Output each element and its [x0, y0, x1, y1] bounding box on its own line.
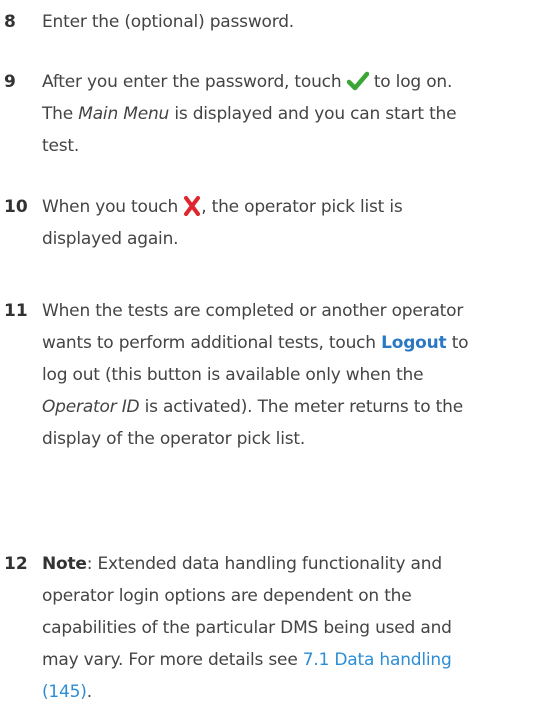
text-fragment: to log on. [368, 72, 453, 92]
page-reference-link[interactable]: (145) [42, 682, 87, 702]
step-line: test. [42, 136, 80, 156]
step-line: displayed again. [42, 229, 179, 249]
step-line: Enter the (optional) password. [42, 12, 295, 32]
data-handling-link[interactable]: 7.1 Data handling [303, 650, 452, 670]
step-line: operator login options are dependent on … [42, 586, 412, 606]
step-line: When you touch , the operator pick list … [42, 191, 553, 223]
text-fragment: , the operator pick list is [201, 197, 403, 217]
step-number: 11 [4, 301, 28, 321]
step-text: After you enter the password, touch to l… [42, 66, 553, 162]
step-line: Note: Extended data handling functionali… [42, 548, 553, 580]
step-text: When you touch , the operator pick list … [42, 191, 553, 255]
step-number: 10 [4, 197, 28, 217]
step-line: capabilities of the particular DMS being… [42, 618, 452, 638]
step-number: 12 [4, 554, 28, 574]
text-fragment: The [42, 104, 79, 124]
checkmark-icon [346, 71, 369, 91]
step-text: Note: Extended data handling functionali… [42, 548, 553, 708]
cross-icon [183, 196, 201, 216]
step-text: When the tests are completed or another … [42, 295, 553, 455]
step-number: 8 [4, 12, 16, 32]
text-fragment: : Extended data handling functionality a… [86, 554, 442, 574]
step-line: After you enter the password, touch to l… [42, 66, 553, 98]
note-label: Note [42, 554, 87, 574]
operator-id-term: Operator ID [42, 397, 140, 417]
text-fragment: is activated). The meter returns to the [139, 397, 464, 417]
step-line: When the tests are completed or another … [42, 301, 464, 321]
text-fragment: When you touch [42, 197, 184, 217]
step-line: may vary. For more details see 7.1 Data … [42, 644, 553, 676]
step-line: (145). [42, 676, 553, 708]
step-text: Enter the (optional) password. [42, 6, 553, 38]
logout-button-label: Logout [381, 333, 447, 353]
step-number: 9 [4, 72, 16, 92]
text-fragment: . [86, 682, 92, 702]
main-menu-term: Main Menu [78, 104, 170, 124]
text-fragment: may vary. For more details see [42, 650, 303, 670]
step-line: log out (this button is available only w… [42, 365, 424, 385]
text-fragment: wants to perform additional tests, touch [42, 333, 382, 353]
text-fragment: is displayed and you can start the [169, 104, 457, 124]
text-fragment: After you enter the password, touch [42, 72, 347, 92]
step-line: display of the operator pick list. [42, 429, 306, 449]
step-line: Operator ID is activated). The meter ret… [42, 391, 553, 423]
step-line: wants to perform additional tests, touch… [42, 327, 553, 359]
step-line: The Main Menu is displayed and you can s… [42, 98, 553, 130]
text-fragment: to [446, 333, 469, 353]
